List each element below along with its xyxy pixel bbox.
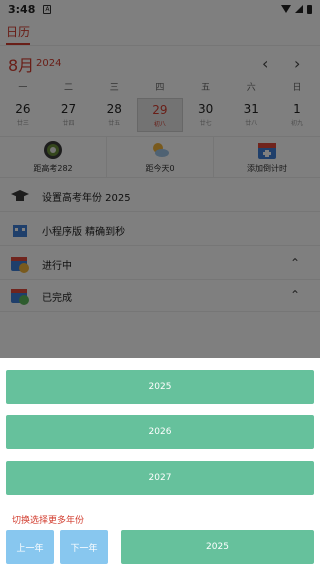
- previous-year-button[interactable]: 上一年: [6, 530, 54, 564]
- year-picker-sheet: 2025 2026 2027 切换选择更多年份 上一年 下一年 2025: [0, 358, 320, 568]
- next-year-button[interactable]: 下一年: [60, 530, 108, 564]
- switch-year-hint: 切换选择更多年份: [12, 516, 85, 526]
- current-year-button[interactable]: 2025: [121, 530, 314, 564]
- year-option[interactable]: 2027: [6, 461, 314, 495]
- year-option[interactable]: 2025: [6, 370, 314, 404]
- year-option[interactable]: 2026: [6, 415, 314, 449]
